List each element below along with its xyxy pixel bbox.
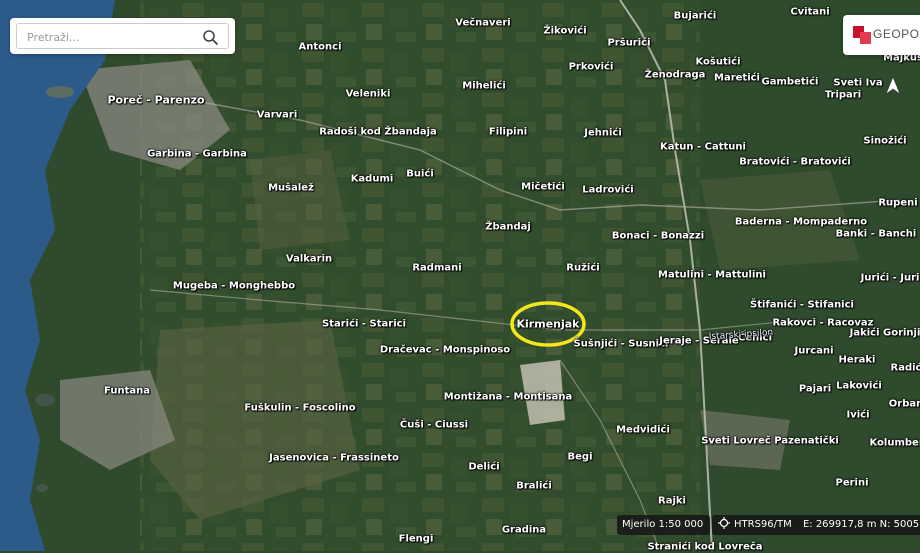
search-box	[10, 18, 235, 54]
geoportal-logo-icon	[853, 24, 871, 44]
search-input[interactable]	[25, 28, 199, 46]
crosshair-icon[interactable]	[718, 517, 730, 529]
scale-indicator: Mjerilo 1:50 000	[617, 515, 710, 535]
logo-text: GEOPOR	[873, 27, 920, 41]
islet	[36, 484, 48, 492]
coordinates-text: E: 269917,8 m N: 50057	[802, 519, 920, 530]
town-sveti-lovrec	[700, 410, 790, 470]
crs-text: HTRS96/TM	[734, 519, 792, 530]
scale-text: Mjerilo 1:50 000	[622, 519, 704, 530]
search-icon[interactable]	[200, 27, 222, 47]
islet	[35, 394, 55, 406]
north-arrow-icon[interactable]	[884, 76, 902, 96]
satellite-map[interactable]	[0, 0, 920, 551]
islet	[46, 86, 74, 98]
coordinate-readout: HTRS96/TM E: 269917,8 m N: 50057	[712, 515, 920, 535]
geoportal-logo[interactable]: GEOPOR	[843, 15, 920, 55]
search-field-frame	[16, 23, 229, 49]
